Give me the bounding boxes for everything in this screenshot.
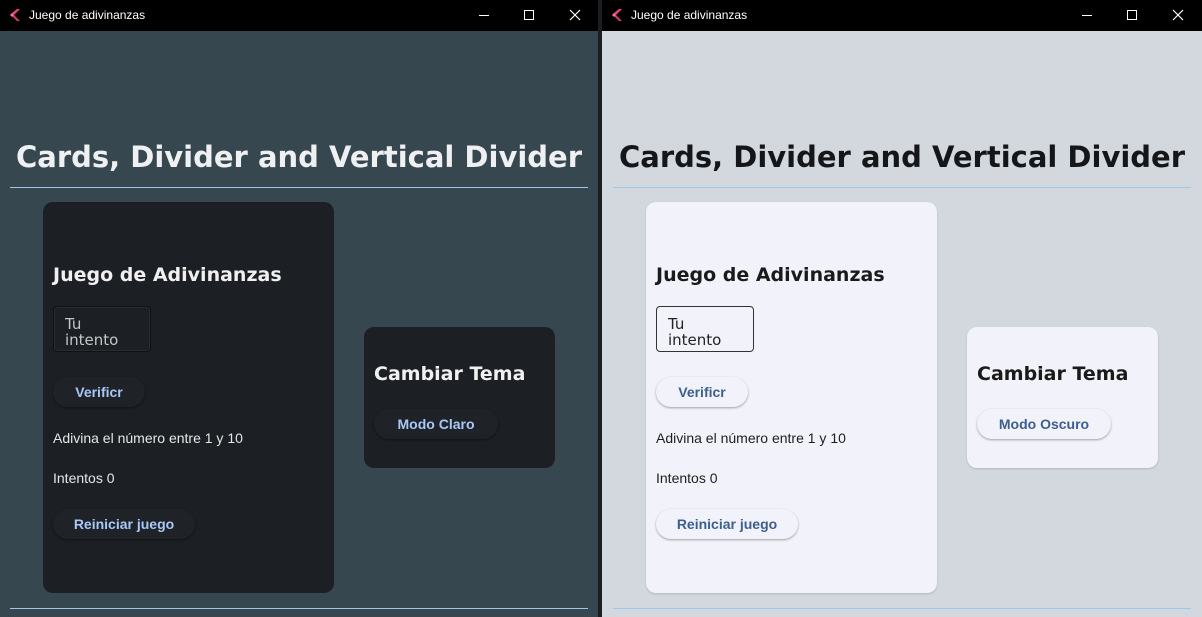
game-card-title: Juego de Adivinanzas (656, 264, 885, 286)
attempts-counter: Intentos 0 (53, 470, 115, 486)
top-divider (10, 187, 588, 188)
verify-button[interactable]: Verificr (656, 377, 748, 407)
instructions-text: Adivina el número entre 1 y 10 (53, 430, 243, 446)
light-mode-button[interactable]: Modo Claro (374, 409, 498, 439)
top-divider (613, 187, 1191, 188)
bottom-divider (613, 608, 1191, 609)
change-theme-card: Cambiar Tema Modo Claro (364, 327, 555, 468)
light-theme-window: Juego de adivinanzas Cards, Divider and … (602, 0, 1202, 617)
flutter-logo-icon (612, 9, 622, 21)
maximize-icon[interactable] (1123, 6, 1141, 24)
title-bar[interactable]: Juego de adivinanzas (0, 0, 598, 31)
attempts-counter: Intentos 0 (656, 470, 718, 486)
dark-theme-window: Juego de adivinanzas Cards, Divider and … (0, 0, 598, 617)
title-bar[interactable]: Juego de adivinanzas (602, 0, 1202, 31)
reset-game-button[interactable]: Reiniciar juego (656, 509, 798, 539)
bottom-divider (10, 608, 588, 609)
window-title: Juego de adivinanzas (631, 8, 748, 22)
dark-mode-button[interactable]: Modo Oscuro (977, 409, 1111, 439)
close-icon[interactable] (566, 6, 584, 24)
instructions-text: Adivina el número entre 1 y 10 (656, 430, 846, 446)
page-title: Cards, Divider and Vertical Divider (618, 140, 1186, 174)
close-icon[interactable] (1169, 6, 1187, 24)
theme-card-title: Cambiar Tema (374, 363, 526, 385)
page-title: Cards, Divider and Vertical Divider (15, 140, 583, 174)
window-title: Juego de adivinanzas (29, 8, 146, 22)
guessing-game-card: Juego de Adivinanzas Tu intento Verificr… (646, 202, 937, 593)
guessing-game-card: Juego de Adivinanzas Tu intento Verificr… (43, 202, 334, 593)
minimize-icon[interactable] (1078, 6, 1096, 24)
guess-input[interactable]: Tu intento (656, 306, 754, 352)
minimize-icon[interactable] (475, 6, 493, 24)
reset-game-button[interactable]: Reiniciar juego (53, 509, 195, 539)
guess-input[interactable]: Tu intento (53, 306, 151, 352)
maximize-icon[interactable] (520, 6, 538, 24)
theme-card-title: Cambiar Tema (977, 363, 1129, 385)
change-theme-card: Cambiar Tema Modo Oscuro (967, 327, 1158, 468)
verify-button[interactable]: Verificr (53, 377, 145, 407)
game-card-title: Juego de Adivinanzas (53, 264, 282, 286)
flutter-logo-icon (10, 9, 20, 21)
